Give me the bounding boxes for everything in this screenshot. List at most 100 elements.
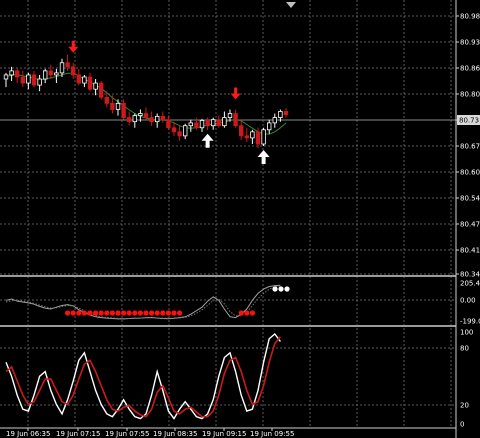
- bull-candle: [93, 82, 98, 90]
- bear-candle: [110, 102, 115, 110]
- bull-candle: [115, 102, 121, 110]
- bull-candle: [188, 122, 193, 127]
- bull-candle: [210, 119, 216, 127]
- bear-candle: [65, 62, 70, 68]
- current-price-label: 80.73: [459, 117, 479, 125]
- moving-average-line: [5, 72, 287, 135]
- cci-sell-dot: [121, 310, 127, 316]
- buy-arrow-icon: [257, 150, 270, 165]
- time-axis-label: 19 Jun 09:15: [202, 430, 246, 438]
- bull-candle: [37, 78, 42, 86]
- bear-candle: [14, 70, 20, 78]
- bull-candle: [26, 74, 31, 84]
- cci-sell-dot: [132, 310, 138, 316]
- bull-candle: [138, 113, 143, 116]
- bull-candle: [266, 122, 272, 131]
- cci-buy-dot: [272, 286, 278, 292]
- cci-sell-dot: [244, 310, 250, 316]
- bear-candle: [283, 111, 289, 116]
- bull-candle: [227, 113, 233, 118]
- bull-candle: [54, 72, 59, 76]
- stoch-axis-label: 80: [460, 345, 469, 353]
- cci-sell-dot: [154, 310, 160, 316]
- time-axis-label: 19 Jun 06:35: [6, 430, 50, 438]
- bear-candle: [205, 120, 210, 127]
- cci-sell-dot: [93, 310, 99, 316]
- cci-sell-dot: [109, 310, 115, 316]
- trading-chart-window: 80.98 80.93 80.86 80.80 80.67 80.60 80.54 80.47…: [0, 0, 480, 438]
- price-axis-label: 80.47: [460, 221, 480, 229]
- bull-candle: [3, 74, 9, 80]
- bear-candle: [127, 117, 132, 123]
- moving-average-path: [5, 72, 287, 135]
- bear-candle: [160, 115, 165, 121]
- stoch-axis-label: 0: [460, 421, 464, 429]
- bull-candle: [250, 131, 255, 139]
- bear-candle: [177, 131, 182, 137]
- cci-axis-label: 0.00: [460, 297, 476, 305]
- cci-axis-label: -199.0: [460, 318, 480, 326]
- price-axis-label: 80.86: [460, 65, 480, 73]
- cci-sell-dot: [81, 310, 87, 316]
- cci-sell-dot: [126, 310, 132, 316]
- time-axis-label: 19 Jun 07:15: [56, 430, 100, 438]
- bull-candle: [82, 76, 87, 84]
- cci-sell-dot: [87, 310, 93, 316]
- price-axis-label: 80.60: [460, 169, 480, 177]
- bear-candle: [166, 119, 171, 129]
- cci-sell-dot: [70, 310, 76, 316]
- bull-candle: [182, 125, 188, 137]
- bull-candle: [43, 70, 48, 80]
- cci-sell-dot: [104, 310, 110, 316]
- bear-candle: [143, 113, 149, 118]
- bear-candle: [194, 122, 199, 129]
- time-axis-label: 19 Jun 07:55: [105, 430, 149, 438]
- cci-sell-dot: [238, 310, 244, 316]
- sell-arrow-icon: [230, 87, 241, 100]
- cci-sell-dot: [149, 310, 155, 316]
- bull-candle: [154, 115, 160, 123]
- cci-sell-dot: [65, 310, 71, 316]
- stochastic-main-line: [5, 332, 281, 420]
- cci-sell-dot: [171, 310, 177, 316]
- cci-indicator: [5, 284, 290, 320]
- bear-candle: [31, 74, 37, 86]
- bear-candle: [121, 102, 126, 118]
- cci-sell-dot: [165, 310, 171, 316]
- bull-candle: [261, 129, 266, 145]
- bear-candle: [171, 127, 177, 133]
- cci-sell-dot: [76, 310, 82, 316]
- bear-candle: [238, 125, 244, 137]
- cci-sell-dot: [177, 310, 183, 316]
- price-axis-label: 80.41: [460, 247, 480, 255]
- price-axis-label: 80.93: [460, 39, 480, 47]
- time-axis-label: 19 Jun 09:55: [250, 430, 294, 438]
- cci-sell-dot: [249, 310, 255, 316]
- bear-candle: [255, 131, 261, 145]
- price-axis-label: 80.98: [460, 13, 480, 21]
- sell-arrow-icon: [68, 40, 79, 53]
- bull-candle: [272, 117, 277, 124]
- bear-candle: [87, 76, 93, 90]
- bear-candle: [104, 96, 109, 104]
- bear-candle: [233, 113, 238, 127]
- price-axis-label: 80.80: [460, 91, 480, 99]
- cci-sell-dot: [160, 310, 166, 316]
- cci-sell-dot: [143, 310, 149, 316]
- bear-candle: [76, 74, 81, 84]
- buy-arrow-icon: [201, 133, 214, 148]
- bear-candle: [71, 66, 76, 76]
- bear-candle: [216, 119, 221, 127]
- candles: [3, 54, 289, 149]
- stoch-axis-label: 20: [460, 402, 469, 410]
- cci-buy-dot: [284, 286, 290, 292]
- chart-shift-marker-icon: [286, 2, 296, 8]
- chart-canvas[interactable]: 80.98 80.93 80.86 80.80 80.67 80.60 80.54 80.47…: [0, 0, 480, 438]
- bull-candle: [278, 111, 283, 118]
- bull-candle: [132, 115, 137, 123]
- cci-sell-dot: [137, 310, 143, 316]
- cci-sell-dot: [115, 310, 121, 316]
- cci-sell-dot: [98, 310, 104, 316]
- price-axis-label: 80.67: [460, 143, 480, 151]
- time-axis-label: 19 Jun 08:35: [153, 430, 197, 438]
